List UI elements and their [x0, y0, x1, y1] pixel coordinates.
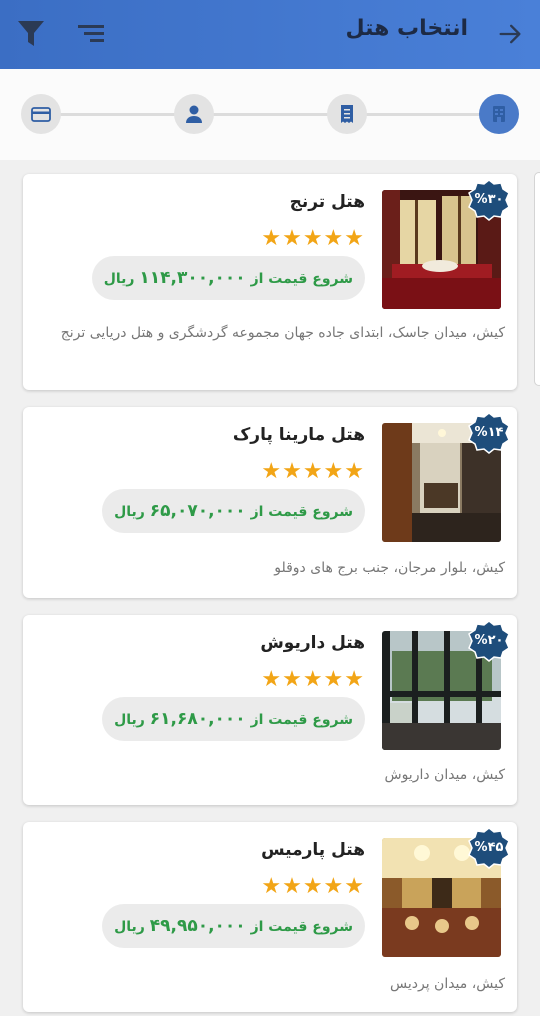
arrow-forward-icon[interactable]	[496, 20, 524, 48]
step-passenger[interactable]	[174, 94, 214, 134]
discount-badge: %۲۰	[467, 619, 511, 663]
price-chip: شروع قیمت از ۴۹,۹۵۰,۰۰۰ ریال	[102, 904, 365, 948]
hotel-name: هتل مارینا پارک	[232, 425, 365, 445]
star-rating: ★★★★★	[261, 226, 365, 251]
filter-icon[interactable]	[16, 18, 46, 50]
hotel-address: کیش، میدان پردیس	[389, 976, 505, 992]
star-rating: ★★★★★	[261, 459, 365, 484]
price-chip: شروع قیمت از ۶۵,۰۷۰,۰۰۰ ریال	[102, 489, 365, 533]
price-prefix: شروع قیمت از	[250, 919, 353, 935]
app-bar: انتخاب هتل	[0, 0, 540, 69]
price-prefix: شروع قیمت از	[250, 712, 353, 728]
discount-badge: %۳۰	[467, 178, 511, 222]
hotel-card[interactable]: %۱۴ هتل مارینا پارک ★★★★★ شروع قیمت از ۶…	[23, 407, 517, 598]
credit-card-icon	[31, 107, 51, 122]
price-chip: شروع قیمت از ۶۱,۶۸۰,۰۰۰ ریال	[102, 697, 365, 741]
side-drawer-handle[interactable]	[534, 172, 540, 386]
price-amount: ۶۵,۰۷۰,۰۰۰	[149, 501, 246, 521]
hotel-card[interactable]: %۴۵ هتل پارمیس ★★★★★ شروع قیمت از ۴۹,۹۵۰…	[23, 822, 517, 1012]
hotel-card[interactable]: %۲۰ هتل داریوش ★★★★★ شروع قیمت از ۶۱,۶۸۰…	[23, 615, 517, 805]
step-receipt[interactable]	[327, 94, 367, 134]
receipt-icon	[341, 105, 353, 123]
discount-label: %۲۰	[474, 633, 504, 648]
discount-badge: %۱۴	[467, 411, 511, 455]
price-prefix: شروع قیمت از	[250, 271, 353, 287]
hotel-name: هتل داریوش	[260, 633, 365, 653]
price-amount: ۶۱,۶۸۰,۰۰۰	[149, 709, 246, 729]
price-currency: ریال	[114, 504, 145, 520]
hotel-name: هتل پارمیس	[261, 840, 365, 860]
hotel-address: کیش، بلوار مرجان، جنب برج های دوقلو	[274, 560, 505, 576]
page-title: انتخاب هتل	[345, 16, 468, 41]
price-currency: ریال	[114, 919, 145, 935]
price-chip: شروع قیمت از ۱۱۴,۳۰۰,۰۰۰ ریال	[91, 256, 365, 300]
price-amount: ۴۹,۹۵۰,۰۰۰	[149, 916, 246, 936]
booking-stepper	[0, 69, 540, 160]
price-prefix: شروع قیمت از	[250, 504, 353, 520]
discount-badge: %۴۵	[467, 826, 511, 870]
step-payment[interactable]	[21, 94, 61, 134]
stepper-line	[40, 113, 500, 116]
discount-label: %۱۴	[474, 425, 504, 440]
discount-label: %۳۰	[474, 192, 504, 207]
sort-icon[interactable]	[76, 20, 106, 48]
price-currency: ریال	[114, 712, 145, 728]
hotel-icon	[493, 106, 505, 122]
hotel-name: هتل ترنج	[289, 192, 365, 212]
hotel-address: کیش، میدان جاسک، ابتدای جاده جهان مجموعه…	[60, 325, 505, 341]
person-icon	[186, 105, 202, 123]
price-amount: ۱۱۴,۳۰۰,۰۰۰	[139, 268, 246, 288]
step-hotel[interactable]	[479, 94, 519, 134]
star-rating: ★★★★★	[261, 874, 365, 899]
star-rating: ★★★★★	[261, 667, 365, 692]
price-currency: ریال	[103, 271, 135, 287]
hotel-address: کیش، میدان داریوش	[384, 767, 505, 783]
discount-label: %۴۵	[474, 840, 504, 855]
hotel-card[interactable]: %۳۰ هتل ترنج ★★★★★ شروع قیمت از ۱۱۴,۳۰۰,…	[23, 174, 517, 390]
